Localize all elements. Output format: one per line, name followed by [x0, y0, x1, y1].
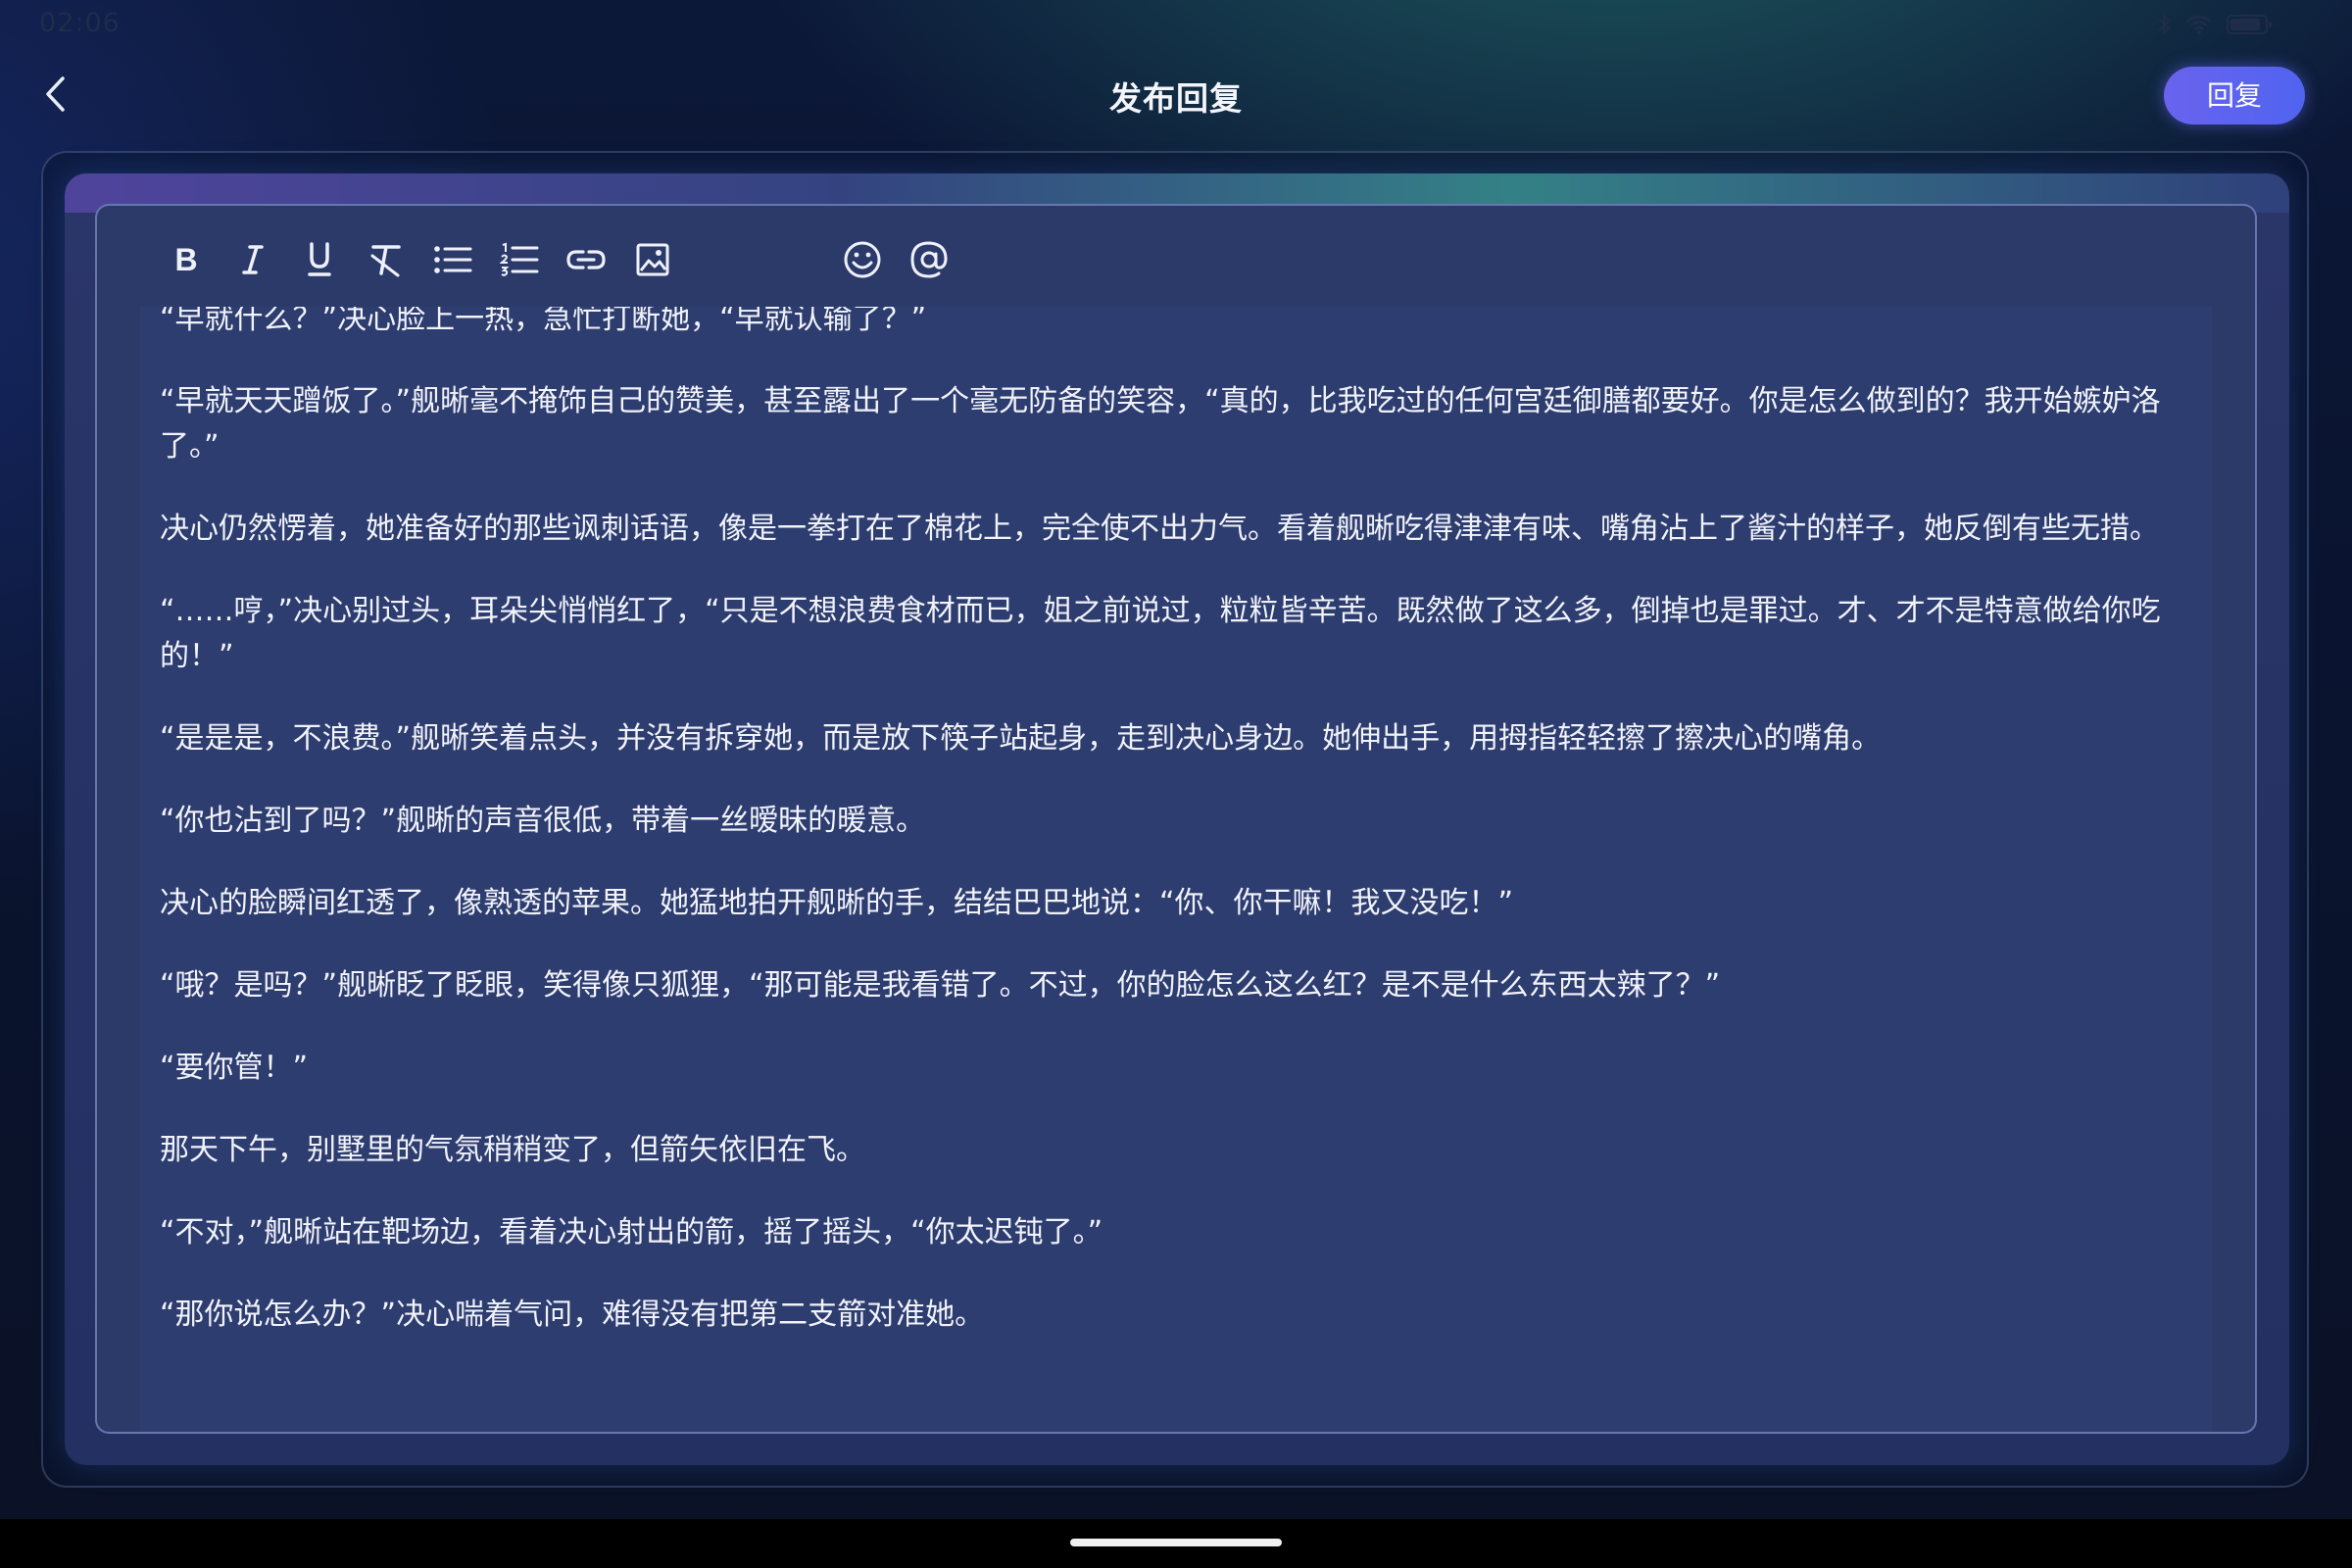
- page-title: 发布回复: [1109, 79, 1243, 118]
- italic-button[interactable]: [230, 237, 275, 282]
- svg-text:B: B: [174, 243, 197, 276]
- status-bar: 02:06: [0, 0, 2352, 49]
- rich-text-editor: B “早就什么？”决心脸上一热，急忙打断她，“早就认输了？” “早就天天蹭饭了。…: [95, 204, 2257, 1434]
- image-icon: [635, 242, 670, 277]
- status-icons: [2156, 10, 2274, 39]
- content-paragraph: 决心的脸瞬间红透了，像熟透的苹果。她猛地拍开舰晰的手，结结巴巴地说：“你、你干嘛…: [160, 886, 1514, 920]
- link-button[interactable]: [564, 237, 609, 282]
- bullet-list-icon: [433, 243, 472, 276]
- bullet-list-button[interactable]: [430, 237, 475, 282]
- content-paragraph: “是是是，不浪费。”舰晰笑着点头，并没有拆穿她，而是放下筷子站起身，走到决心身边…: [160, 721, 1882, 756]
- bluetooth-icon: [2156, 13, 2172, 36]
- link-icon: [565, 246, 607, 273]
- formatting-toolbar: B: [97, 223, 2255, 292]
- home-indicator[interactable]: [1070, 1539, 1282, 1546]
- battery-icon: [2227, 13, 2274, 36]
- status-time: 02:06: [39, 8, 121, 38]
- bold-button[interactable]: B: [164, 237, 209, 282]
- mention-icon: [909, 240, 949, 279]
- underline-icon: [305, 241, 334, 278]
- content-paragraph: 那天下午，别墅里的气氛稍稍变了，但箭矢依旧在飞。: [160, 1133, 865, 1167]
- reply-button[interactable]: 回复: [2164, 67, 2305, 124]
- content-paragraph: “……哼，”决心别过头，耳朵尖悄悄红了，“只是不想浪费食材而已，姐之前说过，粒粒…: [160, 594, 2161, 673]
- emoji-icon: [843, 240, 882, 279]
- clear-format-icon: [368, 242, 404, 277]
- content-paragraph: “早就天天蹭饭了。”舰晰毫不掩饰自己的赞美，甚至露出了一个毫无防备的笑容，“真的…: [160, 384, 2161, 464]
- image-button[interactable]: [630, 237, 675, 282]
- italic-icon: [238, 243, 268, 276]
- system-navigation-bar: [0, 1519, 2352, 1568]
- emoji-button[interactable]: [840, 237, 885, 282]
- mention-button[interactable]: [906, 237, 952, 282]
- numbered-list-button[interactable]: [497, 237, 542, 282]
- header: 发布回复 回复: [0, 49, 2352, 147]
- bold-icon: B: [172, 243, 201, 276]
- content-paragraph: “早就什么？”决心脸上一热，急忙打断她，“早就认输了？”: [160, 307, 927, 336]
- underline-button[interactable]: [297, 237, 342, 282]
- content-paragraph: “哦？是吗？”舰晰眨了眨眼，笑得像只狐狸，“那可能是我看错了。不过，你的脸怎么这…: [160, 968, 1721, 1003]
- numbered-list-icon: [500, 242, 539, 277]
- content-paragraph: “要你管！”: [160, 1051, 309, 1085]
- wifi-icon: [2185, 14, 2213, 35]
- content-paragraph: 决心仍然愣着，她准备好的那些讽刺话语，像是一拳打在了棉花上，完全使不出力气。看着…: [160, 512, 2159, 546]
- editor-content-area[interactable]: “早就什么？”决心脸上一热，急忙打断她，“早就认输了？” “早就天天蹭饭了。”舰…: [140, 307, 2212, 1432]
- content-paragraph: “那你说怎么办？”决心喘着气问，难得没有把第二支箭对准她。: [160, 1298, 985, 1332]
- content-paragraph: “不对，”舰晰站在靶场边，看着决心射出的箭，摇了摇头，“你太迟钝了。”: [160, 1215, 1103, 1250]
- clear-format-button[interactable]: [364, 237, 409, 282]
- content-paragraph: “你也沾到了吗？”舰晰的声音很低，带着一丝暧昧的暖意。: [160, 804, 926, 838]
